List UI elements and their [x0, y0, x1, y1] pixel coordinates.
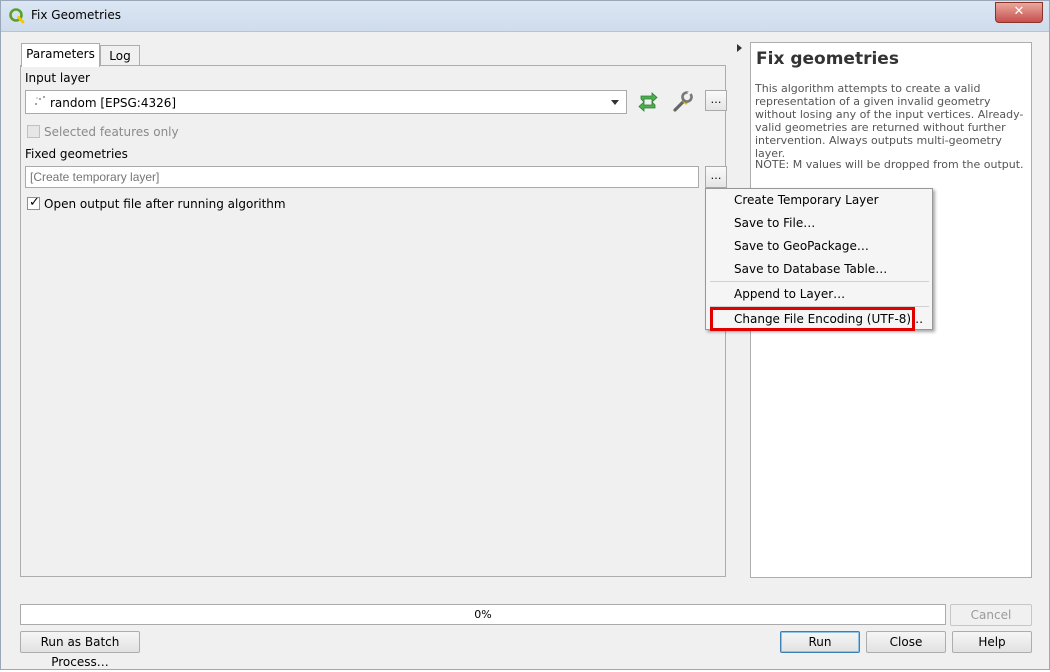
menu-item-save-to-file[interactable]: Save to File… [707, 213, 931, 235]
menu-item-append-to-layer[interactable]: Append to Layer… [707, 284, 931, 306]
cancel-button[interactable]: Cancel [950, 604, 1032, 626]
run-button[interactable]: Run [780, 631, 860, 653]
wrench-icon[interactable] [671, 90, 695, 114]
menu-item-create-temporary-layer[interactable]: Create Temporary Layer [707, 190, 931, 212]
input-layer-value: random [EPSG:4326] [50, 96, 177, 110]
window-close-button[interactable]: ✕ [995, 2, 1043, 23]
highlight-annotation [710, 307, 915, 331]
run-batch-button[interactable]: Run as Batch Process… [20, 631, 140, 669]
help-note: NOTE: M values will be dropped from the … [755, 158, 1024, 171]
open-output-label: Open output file after running algorithm [44, 197, 286, 211]
menu-item-save-to-database-table[interactable]: Save to Database Table… [707, 259, 931, 281]
input-layer-label: Input layer [25, 71, 90, 85]
close-button[interactable]: Close [866, 631, 946, 653]
chevron-down-icon [611, 100, 619, 105]
help-button[interactable]: Help [952, 631, 1032, 653]
help-description: This algorithm attempts to create a vali… [755, 82, 1024, 160]
parameters-panel [20, 65, 726, 577]
dialog-window: Fix Geometries ✕ Parameters Log Input la… [0, 0, 1050, 670]
menu-item-save-to-geopackage[interactable]: Save to GeoPackage… [707, 236, 931, 258]
output-options-button[interactable]: … [705, 166, 727, 188]
menu-separator [710, 281, 929, 282]
point-layer-icon [35, 96, 45, 105]
fixed-geometries-label: Fixed geometries [25, 147, 128, 161]
progress-text: 0% [474, 608, 492, 621]
qgis-logo-icon [9, 8, 25, 24]
help-title: Fix geometries [756, 49, 899, 69]
title-bar: Fix Geometries ✕ [1, 1, 1049, 32]
tab-parameters[interactable]: Parameters [21, 43, 100, 67]
selected-features-checkbox[interactable] [27, 125, 40, 138]
collapse-help-arrow-icon[interactable] [737, 44, 742, 52]
tab-log[interactable]: Log [100, 45, 140, 66]
iterate-icon[interactable] [636, 90, 660, 114]
fixed-geometries-input[interactable] [25, 166, 699, 188]
selected-features-label: Selected features only [44, 125, 179, 139]
input-layer-options-button[interactable]: … [705, 90, 727, 111]
checkmark-icon: ✓ [29, 195, 40, 210]
open-output-checkbox[interactable]: ✓ [27, 195, 40, 210]
window-title: Fix Geometries [31, 8, 121, 22]
input-layer-combobox[interactable]: random [EPSG:4326] [25, 90, 627, 114]
progress-bar: 0% [20, 604, 946, 625]
